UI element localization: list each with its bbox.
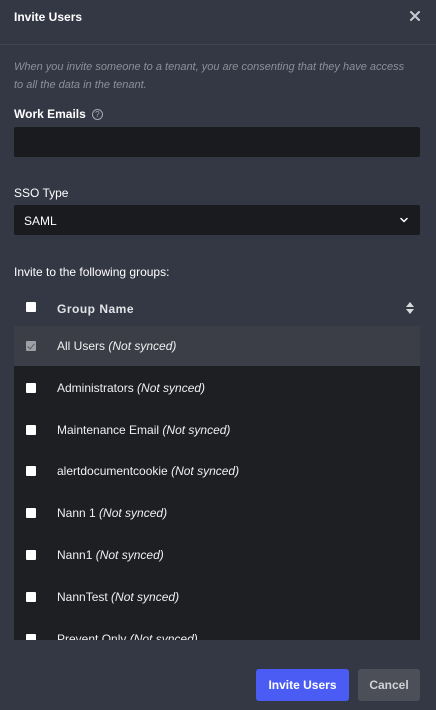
table-row[interactable]: Prevent Only (Not synced) bbox=[14, 619, 420, 640]
group-name: Administrators (Not synced) bbox=[57, 381, 206, 395]
table-row[interactable]: alertdocumentcookie (Not synced) bbox=[14, 451, 420, 491]
dialog-title: Invite Users bbox=[14, 10, 83, 24]
row-checkbox[interactable] bbox=[26, 592, 36, 602]
row-checkbox[interactable] bbox=[26, 383, 36, 393]
sort-icon[interactable] bbox=[406, 302, 414, 314]
groups-table: Group Name All Users (Not synced) Admini… bbox=[14, 290, 420, 640]
group-name-header[interactable]: Group Name bbox=[57, 302, 134, 316]
table-row[interactable]: Nann1 (Not synced) bbox=[14, 535, 420, 575]
select-all-checkbox[interactable] bbox=[26, 302, 36, 312]
group-name: NannTest (Not synced) bbox=[57, 590, 180, 604]
group-name: All Users (Not synced) bbox=[57, 339, 177, 353]
groups-label: Invite to the following groups: bbox=[14, 265, 170, 279]
group-name: Maintenance Email (Not synced) bbox=[57, 423, 231, 437]
table-row[interactable]: Nann 1 (Not synced) bbox=[14, 493, 420, 533]
row-checkbox[interactable] bbox=[26, 550, 36, 560]
group-name: Nann1 (Not synced) bbox=[57, 548, 164, 562]
invite-users-button[interactable]: Invite Users bbox=[256, 669, 349, 701]
row-checkbox bbox=[26, 341, 36, 351]
row-checkbox[interactable] bbox=[26, 508, 36, 518]
row-checkbox[interactable] bbox=[26, 425, 36, 435]
sso-type-value: SAML bbox=[24, 214, 57, 228]
group-name: Prevent Only (Not synced) bbox=[57, 632, 198, 640]
group-name: Nann 1 (Not synced) bbox=[57, 506, 168, 520]
table-row[interactable]: All Users (Not synced) bbox=[14, 326, 420, 366]
table-row[interactable]: NannTest (Not synced) bbox=[14, 577, 420, 617]
consent-notice: When you invite someone to a tenant, you… bbox=[14, 61, 405, 91]
row-checkbox[interactable] bbox=[26, 466, 36, 476]
group-name: alertdocumentcookie (Not synced) bbox=[57, 464, 240, 478]
table-row[interactable]: Administrators (Not synced) bbox=[14, 368, 420, 408]
chevron-down-icon bbox=[400, 217, 408, 223]
header-divider bbox=[0, 44, 436, 45]
table-header: Group Name bbox=[14, 290, 420, 326]
table-row[interactable]: Maintenance Email (Not synced) bbox=[14, 410, 420, 450]
close-icon[interactable] bbox=[408, 9, 422, 23]
work-emails-input[interactable] bbox=[14, 127, 420, 157]
help-icon[interactable]: ? bbox=[91, 109, 103, 120]
sso-type-label: SSO Type bbox=[14, 186, 69, 200]
sso-type-select[interactable]: SAML bbox=[14, 205, 420, 235]
row-checkbox[interactable] bbox=[26, 634, 36, 640]
cancel-button[interactable]: Cancel bbox=[358, 669, 420, 701]
work-emails-label: Work Emails? bbox=[14, 107, 103, 121]
invite-users-dialog: Invite Users When you invite someone to … bbox=[0, 0, 436, 710]
